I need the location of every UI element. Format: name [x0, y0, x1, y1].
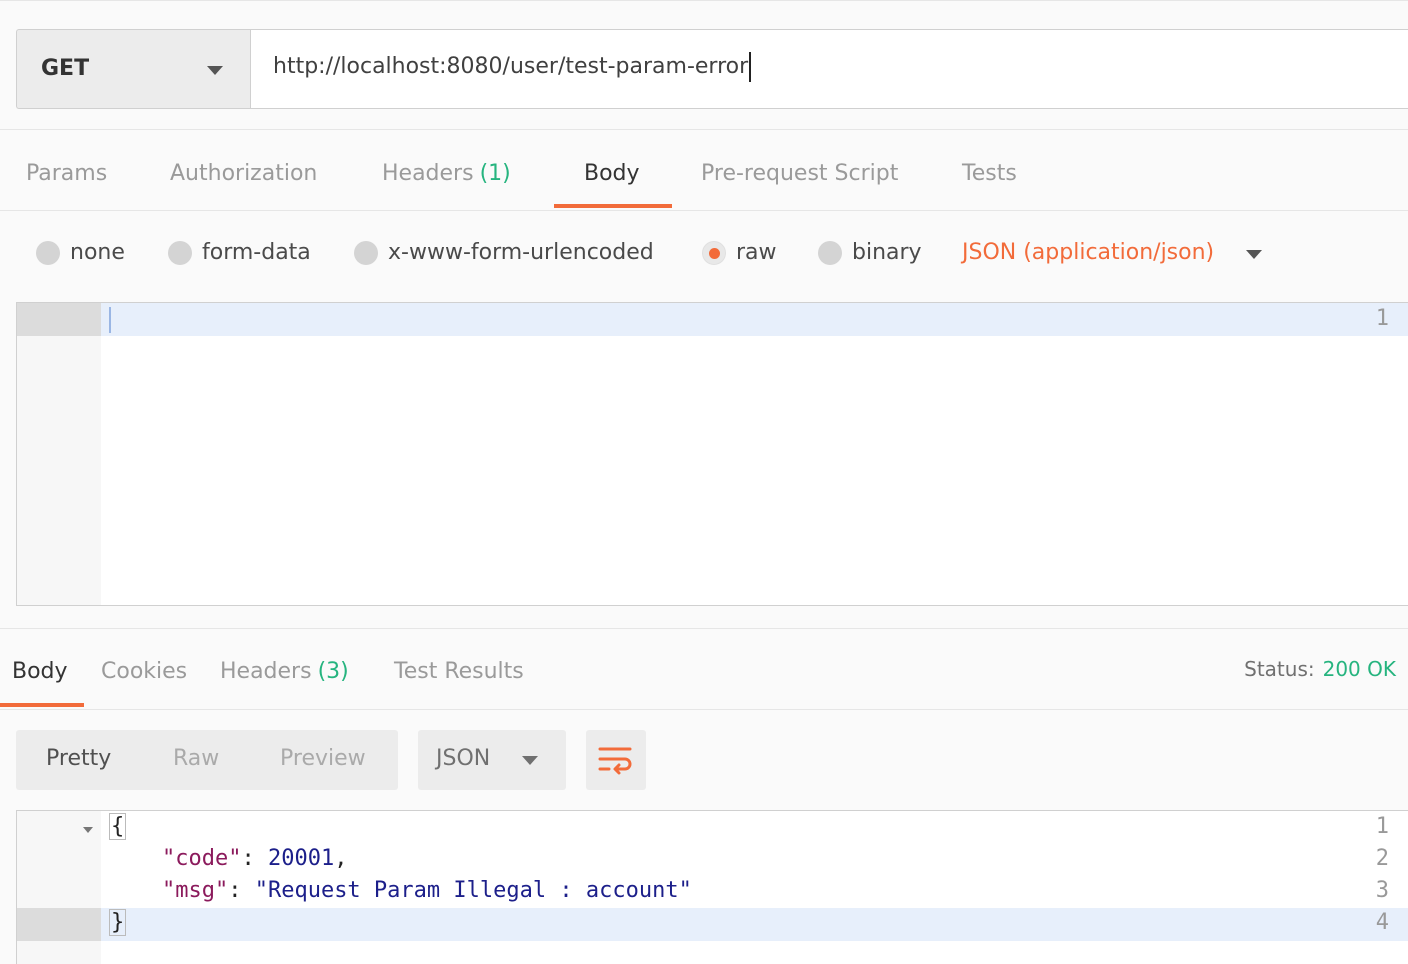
tab-headers[interactable]: Headers (1) [382, 161, 511, 186]
radio-label: raw [736, 240, 777, 265]
json-colon: : [228, 878, 255, 903]
active-line-highlight [17, 908, 1408, 941]
json-comma: , [334, 846, 348, 871]
radio-label: form-data [202, 240, 311, 265]
tab-test-results[interactable]: Test Results [394, 659, 524, 684]
radio-circle-icon [36, 240, 60, 265]
tab-cookies[interactable]: Cookies [101, 659, 187, 684]
method-select[interactable]: GET [16, 29, 250, 109]
json-colon: : [241, 846, 268, 871]
matching-brace: { [109, 813, 127, 840]
tab-response-headers[interactable]: Headers (3) [220, 659, 349, 684]
tab-authorization[interactable]: Authorization [170, 161, 317, 186]
tab-body[interactable]: Body [584, 161, 640, 186]
tab-label: Headers [382, 161, 474, 186]
line-gutter [17, 303, 101, 605]
url-input[interactable]: http://localhost:8080/user/test-param-er… [250, 29, 1408, 109]
line-number: 2 [1375, 846, 1389, 871]
headers-count-badge: (3) [317, 659, 349, 684]
method-label: GET [41, 56, 90, 81]
tab-label: Authorization [170, 161, 318, 186]
tab-pre-request-script[interactable]: Pre-request Script [701, 161, 898, 186]
code-line: "msg": "Request Param Illegal : account" [109, 878, 692, 903]
tab-label: Test Results [394, 659, 524, 684]
tab-params[interactable]: Params [26, 161, 107, 186]
response-status: Status: 200 OK [1244, 657, 1396, 681]
view-mode-switch: Pretty Raw Preview [16, 730, 398, 790]
radio-label: x-www-form-urlencoded [388, 240, 654, 265]
code-line: } [109, 909, 127, 936]
format-select[interactable]: JSON [418, 730, 566, 790]
text-cursor [749, 52, 752, 82]
request-bar: GET http://localhost:8080/user/test-para… [0, 0, 1408, 130]
fold-arrow-icon[interactable] [83, 827, 93, 833]
code-line: { [109, 813, 127, 840]
wrap-lines-icon [598, 747, 632, 775]
headers-count-badge: (1) [479, 161, 511, 186]
status-label: Status: [1244, 657, 1315, 681]
active-tab-indicator [554, 204, 672, 208]
line-gutter [17, 811, 101, 964]
active-tab-indicator [0, 703, 84, 707]
chevron-down-icon[interactable] [1246, 250, 1262, 259]
radio-label: binary [852, 240, 922, 265]
radio-circle-icon [818, 240, 842, 265]
view-raw-button[interactable]: Raw [173, 746, 219, 771]
radio-label: none [70, 240, 125, 265]
tab-label: Body [584, 161, 640, 186]
radio-raw[interactable]: raw [702, 240, 777, 265]
active-gutter-highlight [17, 303, 101, 336]
tab-label: Headers [220, 659, 312, 684]
body-type-selector: none form-data x-www-form-urlencoded raw… [0, 212, 1408, 300]
response-body-viewer[interactable]: 1 2 3 4 { "code": 20001, "msg": "Request… [16, 810, 1408, 964]
radio-none[interactable]: none [36, 240, 125, 265]
json-number: 20001 [267, 846, 335, 871]
chevron-down-icon [207, 66, 223, 75]
request-body-editor[interactable]: 1 [16, 302, 1408, 606]
line-number: 3 [1375, 878, 1389, 903]
active-gutter-highlight [17, 908, 101, 941]
chevron-down-icon [522, 756, 538, 765]
content-type-select[interactable]: JSON (application/json) [962, 240, 1214, 265]
url-text: http://localhost:8080/user/test-param-er… [273, 54, 749, 79]
active-line-highlight [17, 303, 1408, 336]
view-pretty-button[interactable]: Pretty [46, 746, 111, 771]
radio-circle-icon [354, 240, 378, 265]
tab-label: Cookies [101, 659, 188, 684]
line-number: 4 [1375, 910, 1389, 935]
radio-form-data[interactable]: form-data [168, 240, 311, 265]
radio-circle-icon [168, 240, 192, 265]
matching-brace: } [109, 909, 127, 936]
response-tabs: Body Cookies Headers (3) Test Results Sta… [0, 628, 1408, 710]
line-number: 1 [1375, 306, 1389, 331]
tab-response-body[interactable]: Body [12, 659, 68, 684]
line-number: 1 [1375, 814, 1389, 839]
tab-label: Tests [962, 161, 1017, 186]
tab-label: Body [12, 659, 68, 684]
json-key: "msg" [161, 878, 229, 903]
radio-selected-icon [702, 240, 726, 265]
radio-x-www-form-urlencoded[interactable]: x-www-form-urlencoded [354, 240, 654, 265]
wrap-lines-button[interactable] [586, 730, 646, 790]
radio-binary[interactable]: binary [818, 240, 922, 265]
view-preview-button[interactable]: Preview [280, 746, 366, 771]
code-line: "code": 20001, [109, 846, 347, 871]
json-string: "Request Param Illegal : account" [254, 878, 692, 903]
json-key: "code" [161, 846, 242, 871]
response-toolbar: Pretty Raw Preview JSON [0, 712, 1408, 806]
request-tabs: Params Authorization Headers (1) Body Pre… [0, 131, 1408, 211]
editor-cursor [109, 307, 111, 333]
status-badge: 200 OK [1322, 657, 1396, 681]
tab-label: Pre-request Script [701, 161, 899, 186]
tab-tests[interactable]: Tests [962, 161, 1017, 186]
tab-label: Params [26, 161, 108, 186]
format-label: JSON [436, 746, 491, 771]
